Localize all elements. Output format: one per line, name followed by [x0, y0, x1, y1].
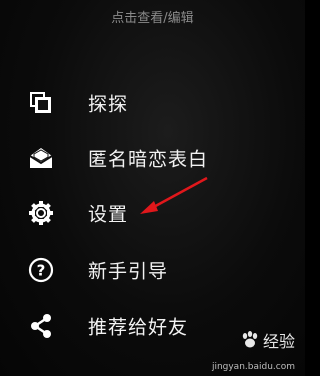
menu-item-tantan[interactable]: 探探 — [0, 83, 305, 123]
watermark-url: jingyan.baidu.com — [211, 362, 295, 372]
menu-item-label: 推荐给好友 — [88, 316, 189, 339]
menu-item-label: 新手引导 — [88, 260, 169, 283]
svg-text:?: ? — [37, 262, 46, 280]
watermark-logo-text: 经验 — [262, 332, 295, 351]
menu-item-label: 设置 — [88, 203, 129, 226]
menu-item-label: 匿名暗恋表白 — [88, 148, 209, 171]
gear-icon — [26, 198, 56, 228]
open-envelope-icon — [26, 143, 56, 173]
side-menu: 探探 匿名暗恋表白 设置 ? 新手引导 推荐给好友 — [0, 0, 305, 376]
menu-item-anonymous-confession[interactable]: 匿名暗恋表白 — [0, 138, 305, 178]
paw-logo-icon — [242, 331, 258, 348]
watermark-logo: 经验 — [240, 328, 295, 352]
baidu-jingyan-watermark: 经验 jingyan.baidu.com — [197, 328, 297, 372]
menu-item-beginner-guide[interactable]: ? 新手引导 — [0, 250, 305, 290]
cards-stack-icon — [26, 88, 56, 118]
menu-item-label: 探探 — [88, 93, 129, 116]
menu-item-settings[interactable]: 设置 — [0, 193, 305, 233]
share-icon — [26, 311, 56, 341]
help-circle-icon: ? — [26, 255, 56, 285]
